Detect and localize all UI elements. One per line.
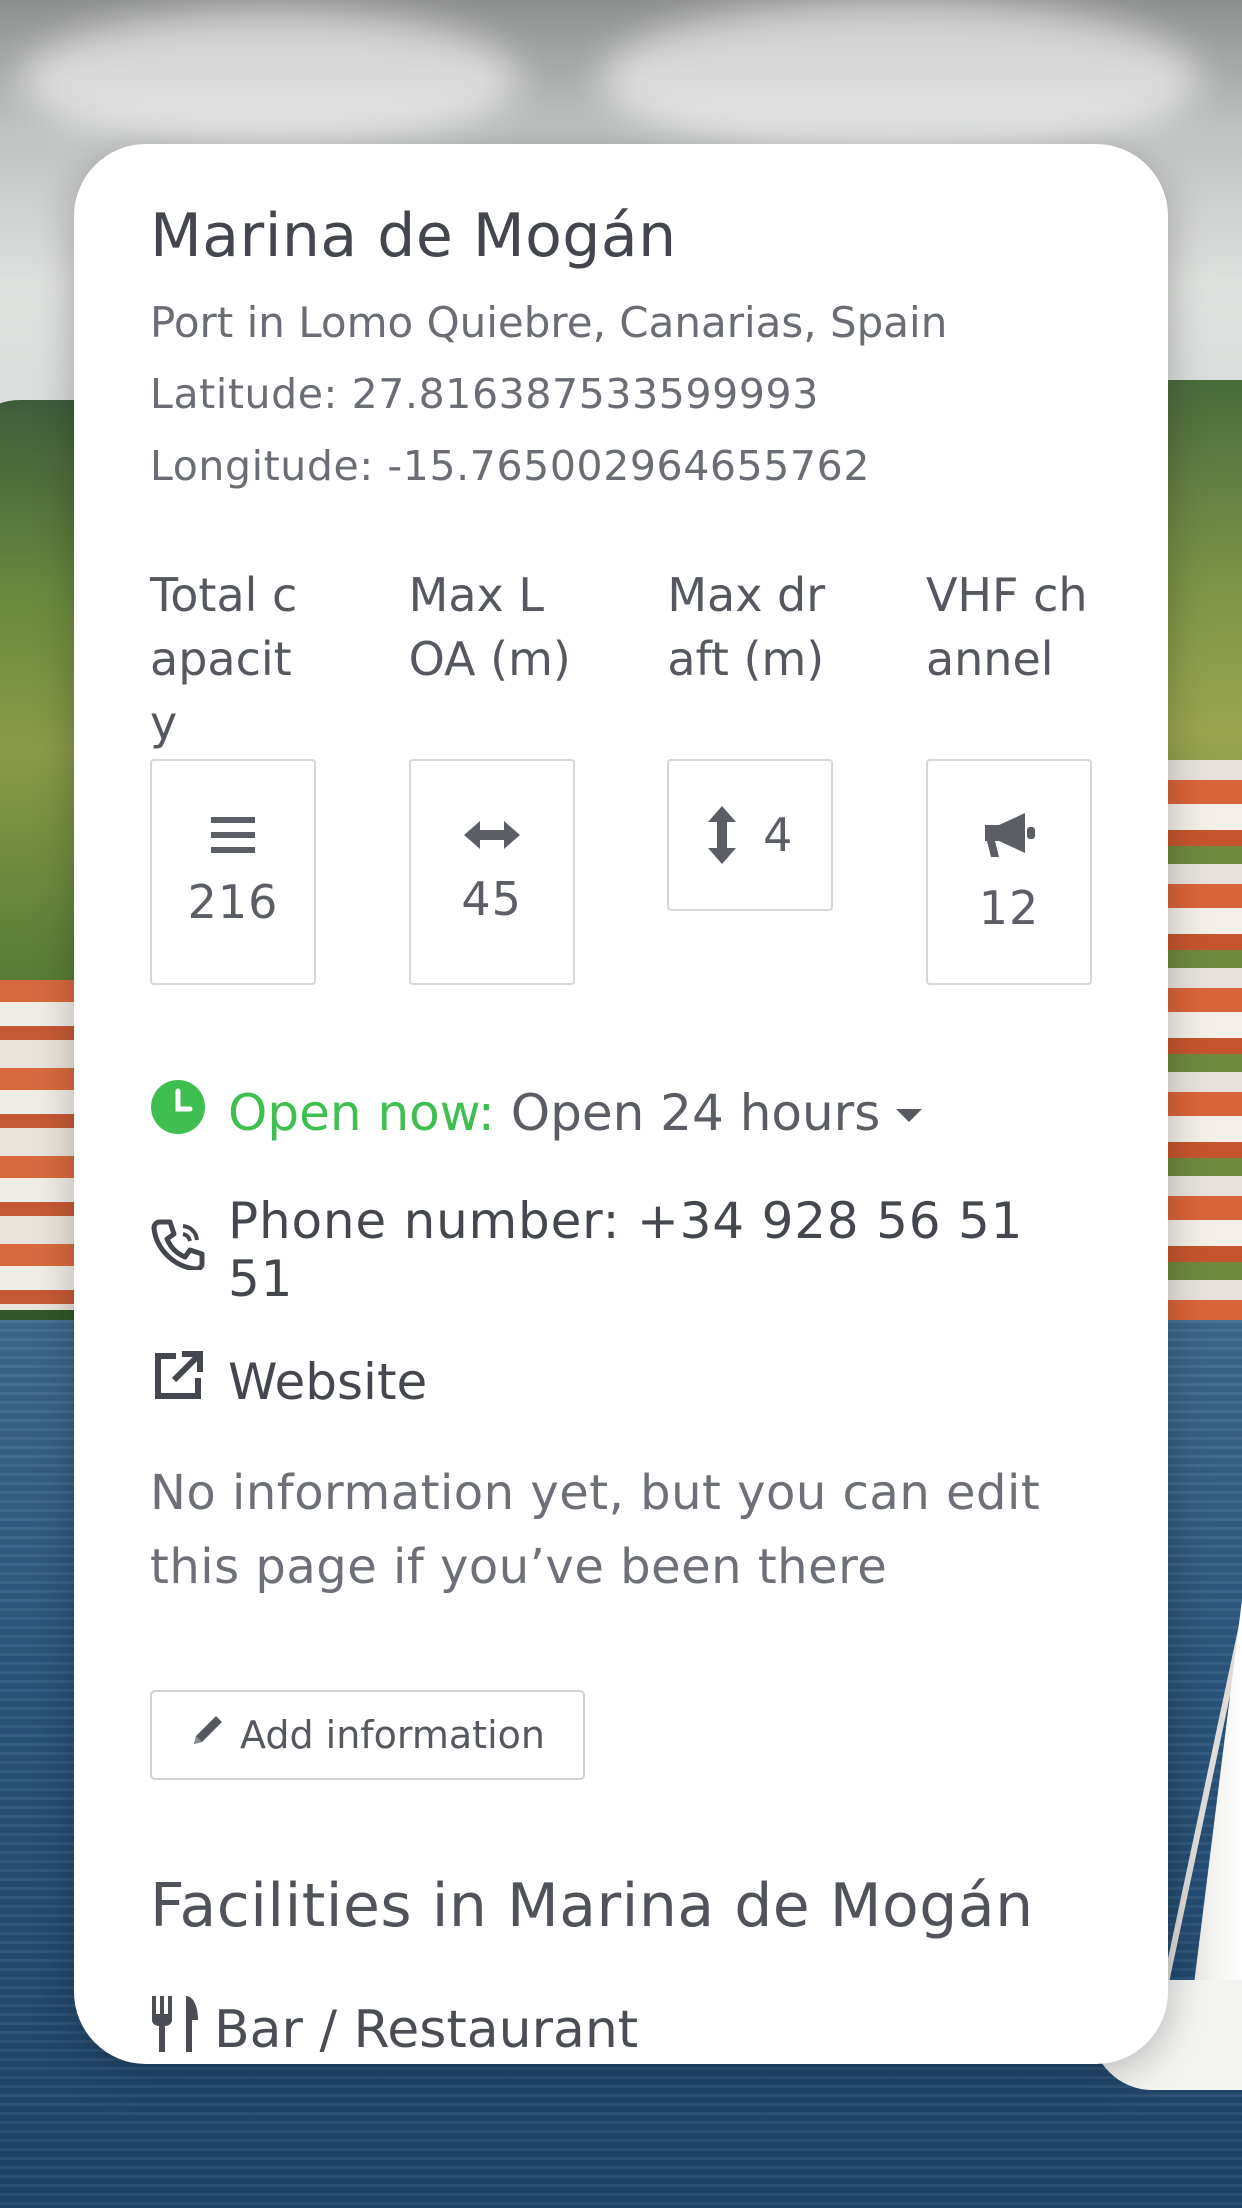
stat-vhf-channel: VHF channel 12 (925, 563, 1092, 985)
opening-hours-toggle[interactable]: Open now: Open 24 hours (150, 1079, 1090, 1148)
facilities-heading: Facilities in Marina de Mogán (150, 1870, 1034, 1941)
utensils-icon (150, 1994, 200, 2067)
add-information-button[interactable]: Add information (150, 1689, 585, 1780)
external-link-icon (150, 1348, 206, 1416)
no-information-text: No information yet, but you can edit thi… (150, 1464, 1041, 1595)
stat-max-loa: Max LOA (m) 45 (408, 563, 575, 985)
pencil-icon (190, 1712, 226, 1757)
website-label: Website (228, 1352, 428, 1411)
facility-item: Bar / Restaurant (150, 1994, 1090, 2067)
stat-value: 12 (978, 880, 1040, 935)
cloud (20, 10, 520, 150)
stat-total-capacity: Total capacity 216 (150, 563, 316, 985)
list-icon (209, 815, 257, 855)
stat-value: 4 (763, 807, 794, 862)
open-hours-value: Open 24 hours (510, 1084, 881, 1143)
phone-link[interactable]: Phone number: +34 928 56 51 51 (150, 1192, 1090, 1308)
megaphone-icon (981, 809, 1037, 861)
stat-label: Total capacity (150, 567, 298, 750)
page-title: Marina de Mogán (150, 201, 677, 271)
cloud (600, 0, 1200, 160)
stats-grid: Total capacity 216 Max LOA (m) 45 Max dr… (150, 563, 1092, 985)
chevron-down-icon (896, 1108, 923, 1122)
stat-value: 45 (461, 871, 522, 926)
stat-value-box: 45 (408, 758, 575, 985)
facility-label: Bar / Restaurant (214, 2000, 639, 2061)
stat-value-box: 12 (925, 758, 1092, 985)
vertical-arrows-icon (707, 805, 737, 864)
stat-value-box: 4 (667, 758, 834, 911)
phone-icon (150, 1218, 206, 1282)
latitude: Latitude: 27.816387533599993 (150, 370, 819, 419)
stat-value: 216 (187, 874, 279, 929)
horizontal-arrows-icon (463, 818, 520, 852)
stat-label: Max draft (m) (667, 567, 826, 686)
stat-max-draft: Max draft (m) 4 (667, 563, 834, 985)
stat-label: VHF channel (925, 567, 1088, 686)
phone-number: Phone number: +34 928 56 51 51 (228, 1191, 1024, 1308)
clock-icon (150, 1079, 206, 1148)
open-now-label: Open now: (228, 1084, 495, 1143)
location-subtitle: Port in Lomo Quiebre, Canarias, Spain (150, 298, 948, 347)
longitude: Longitude: -15.765002964655762 (150, 441, 871, 490)
marina-card: Marina de Mogán Port in Lomo Quiebre, Ca… (74, 144, 1168, 2064)
website-link[interactable]: Website (150, 1348, 1090, 1416)
add-information-label: Add information (240, 1712, 545, 1757)
stat-label: Max LOA (m) (408, 567, 571, 686)
stat-value-box: 216 (150, 758, 316, 985)
